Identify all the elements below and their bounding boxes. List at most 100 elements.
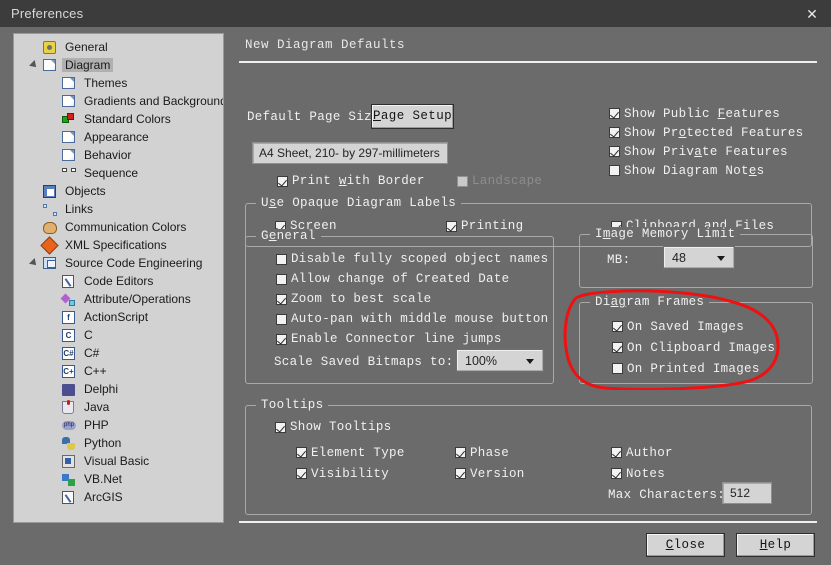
delphi-icon: [61, 381, 77, 397]
arcgis-icon: [61, 489, 77, 505]
diagram-frames-on-saved-images-label: On Saved Images: [627, 319, 745, 334]
scale-bitmaps-combo[interactable]: 100%: [456, 349, 544, 372]
close-button-mnemonic: C: [665, 538, 674, 552]
general-allow-change-of-created-date-row[interactable]: Allow change of Created Date: [276, 269, 548, 289]
sidebar-item-python[interactable]: Python: [14, 434, 223, 452]
max-characters-field[interactable]: 512: [722, 482, 772, 504]
tooltips-visibility-label: Visibility: [311, 466, 390, 481]
print-with-border-checkbox[interactable]: [277, 175, 288, 187]
general-zoom-to-best-scale-row[interactable]: Zoom to best scale: [276, 289, 548, 309]
page-setup-button[interactable]: Page Setup: [371, 104, 454, 129]
diagram-frames-on-printed-images-row[interactable]: On Printed Images: [612, 358, 775, 379]
visualbasic-icon: [61, 453, 77, 469]
sidebar-item-delphi[interactable]: Delphi: [14, 380, 223, 398]
sidebar-item-visual-basic[interactable]: Visual Basic: [14, 452, 223, 470]
diagram-frames-on-clipboard-images-checkbox[interactable]: [612, 342, 623, 353]
general-auto-pan-with-middle-mouse-button-checkbox[interactable]: [276, 313, 287, 325]
close-button[interactable]: Close: [646, 533, 725, 557]
close-icon[interactable]: ✕: [801, 4, 823, 24]
tooltips-notes-row[interactable]: Notes: [611, 463, 673, 484]
tooltips-version-row[interactable]: Version: [455, 463, 525, 484]
show-features-show-public-features-row[interactable]: Show Public Features: [609, 104, 803, 123]
settings-tree[interactable]: General Diagram Themes Gradients and Backgr…: [13, 33, 224, 523]
sidebar-item-attribute-operations[interactable]: Attribute/Operations: [14, 290, 223, 308]
preferences-dialog: Preferences ✕ General Diagram Themes Gradie…: [0, 0, 831, 565]
diagram-frames-on-saved-images-checkbox[interactable]: [612, 321, 623, 332]
show-features-show-diagram-notes-checkbox[interactable]: [609, 165, 620, 176]
sidebar-item-php[interactable]: php PHP: [14, 416, 223, 434]
general-disable-fully-scoped-object-names-row[interactable]: Disable fully scoped object names: [276, 249, 548, 269]
sidebar-item-c[interactable]: CC: [14, 326, 223, 344]
general-enable-connector-line-jumps-row[interactable]: Enable Connector line jumps: [276, 329, 548, 349]
general-enable-connector-line-jumps-label: Enable Connector line jumps: [291, 332, 502, 346]
tooltips-element-type-row[interactable]: Element Type: [296, 442, 405, 463]
sidebar-item-arcgis[interactable]: ArcGIS: [14, 488, 223, 506]
diagram-frames-on-saved-images-row[interactable]: On Saved Images: [612, 316, 775, 337]
show-features-show-protected-features-row[interactable]: Show Protected Features: [609, 123, 803, 142]
sidebar-item-communication-colors[interactable]: Communication Colors: [14, 218, 223, 236]
general-auto-pan-with-middle-mouse-button-row[interactable]: Auto-pan with middle mouse button: [276, 309, 548, 329]
sidebar-item-c[interactable]: C# C#: [14, 344, 223, 362]
sidebar-item-diagram[interactable]: Diagram: [14, 56, 223, 74]
sidebar-item-behavior[interactable]: Behavior: [14, 146, 223, 164]
tooltips-phase-checkbox[interactable]: [455, 447, 466, 458]
show-features-show-private-features-row[interactable]: Show Private Features: [609, 142, 803, 161]
sidebar-item-sequence[interactable]: Sequence: [14, 164, 223, 182]
tooltips-author-checkbox[interactable]: [611, 447, 622, 458]
sidebar-item-label: ArcGIS: [84, 490, 123, 504]
show-tooltips-checkbox[interactable]: [275, 421, 286, 433]
tooltips-notes-checkbox[interactable]: [611, 468, 622, 479]
heading-divider: [239, 61, 817, 63]
tooltips-visibility-checkbox[interactable]: [296, 468, 307, 479]
sidebar-item-objects[interactable]: Objects: [14, 182, 223, 200]
sidebar-item-appearance[interactable]: Appearance: [14, 128, 223, 146]
show-features-group: Show Public Features Show Protected Featu…: [609, 104, 803, 180]
expand-twisty-icon[interactable]: [28, 254, 42, 272]
opaque-labels-title: Use Opaque Diagram Labels: [256, 196, 462, 210]
tooltips-phase-row[interactable]: Phase: [455, 442, 525, 463]
sidebar-item-actionscript[interactable]: f ActionScript: [14, 308, 223, 326]
show-features-show-private-features-label: Show Private Features: [624, 144, 788, 159]
tooltips-element-type-label: Element Type: [311, 445, 405, 460]
show-features-show-private-features-checkbox[interactable]: [609, 146, 620, 157]
sidebar-item-general[interactable]: General: [14, 38, 223, 56]
sidebar-item-source-code-engineering[interactable]: Source Code Engineering: [14, 254, 223, 272]
diagram-frames-on-clipboard-images-row[interactable]: On Clipboard Images: [612, 337, 775, 358]
general-enable-connector-line-jumps-checkbox[interactable]: [276, 333, 287, 345]
general-zoom-to-best-scale-checkbox[interactable]: [276, 293, 287, 305]
sidebar-item-c[interactable]: C+ C++: [14, 362, 223, 380]
help-button[interactable]: Help: [736, 533, 815, 557]
diagram-frames-on-printed-images-checkbox[interactable]: [612, 363, 623, 374]
sidebar-item-gradients-and-background[interactable]: Gradients and Background: [14, 92, 223, 110]
sidebar-item-themes[interactable]: Themes: [14, 74, 223, 92]
tooltips-visibility-row[interactable]: Visibility: [296, 463, 405, 484]
show-features-show-public-features-checkbox[interactable]: [609, 108, 620, 119]
sidebar-item-java[interactable]: Java: [14, 398, 223, 416]
sidebar-item-xml-specifications[interactable]: XML Specifications: [14, 236, 223, 255]
general-disable-fully-scoped-object-names-checkbox[interactable]: [276, 253, 287, 265]
opaque-printing-checkbox[interactable]: [446, 220, 457, 232]
tooltips-version-checkbox[interactable]: [455, 468, 466, 479]
opaque-printing-row[interactable]: Printing: [446, 219, 523, 233]
show-features-show-protected-features-checkbox[interactable]: [609, 127, 620, 138]
image-memory-combo[interactable]: 48: [663, 246, 735, 269]
sidebar-item-vb-net[interactable]: VB.Net: [14, 470, 223, 488]
print-with-border-row[interactable]: Print with Border: [277, 174, 425, 188]
sidebar-item-links[interactable]: Links: [14, 200, 223, 218]
general-allow-change-of-created-date-checkbox[interactable]: [276, 273, 287, 285]
expand-twisty-icon[interactable]: [28, 56, 42, 74]
show-tooltips-row[interactable]: Show Tooltips: [275, 420, 391, 434]
sidebar-item-standard-colors[interactable]: Standard Colors: [14, 110, 223, 128]
page-size-field[interactable]: A4 Sheet, 210- by 297-millimeters: [252, 142, 448, 164]
document-icon: [42, 57, 58, 73]
sidebar-item-code-editors[interactable]: Code Editors: [14, 272, 223, 290]
tooltips-author-row[interactable]: Author: [611, 442, 673, 463]
tooltips-element-type-checkbox[interactable]: [296, 447, 307, 458]
show-features-show-diagram-notes-row[interactable]: Show Diagram Notes: [609, 161, 803, 180]
